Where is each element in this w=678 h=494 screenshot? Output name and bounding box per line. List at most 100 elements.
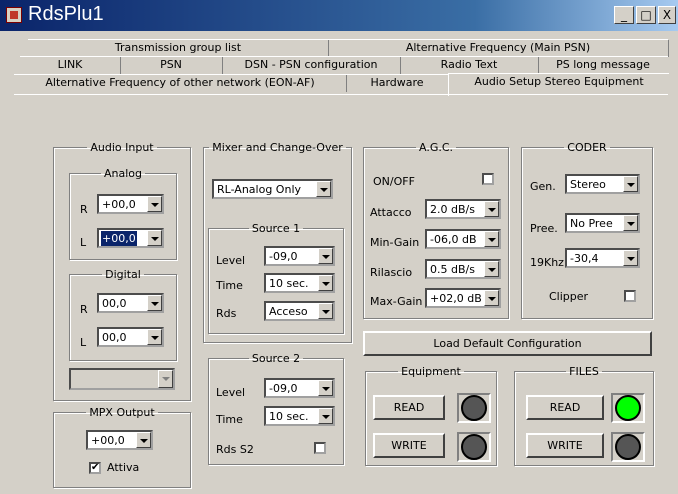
- analog-r-value: +00,0: [102, 198, 136, 211]
- digital-r-label: R: [80, 303, 88, 316]
- agc-mingain-label: Min-Gain: [370, 236, 420, 249]
- source1-time-select[interactable]: 10 sec.: [264, 273, 335, 293]
- tab-alternative-frequency-main[interactable]: Alternative Frequency (Main PSN): [328, 40, 669, 57]
- files-read-button[interactable]: READ: [526, 395, 604, 420]
- chevron-down-icon[interactable]: [623, 250, 638, 266]
- agc-rilascio-label: Rilascio: [370, 266, 413, 279]
- tab-psn[interactable]: PSN: [120, 57, 223, 74]
- coder-title: CODER: [567, 141, 607, 154]
- coder-khz-select[interactable]: -30,4: [565, 248, 640, 268]
- files-title: FILES: [569, 365, 599, 378]
- close-button[interactable]: X: [658, 6, 676, 24]
- chevron-down-icon[interactable]: [318, 248, 333, 264]
- digital-title: Digital: [105, 268, 141, 281]
- chevron-down-icon[interactable]: [623, 176, 638, 192]
- analog-r-label: R: [80, 203, 88, 216]
- analog-r-select[interactable]: +00,0: [97, 194, 164, 214]
- equipment-read-button[interactable]: READ: [373, 395, 445, 420]
- chevron-down-icon[interactable]: [623, 215, 638, 231]
- agc-maxgain-select[interactable]: +02,0 dB: [425, 288, 501, 308]
- mpx-enabled-checkbox[interactable]: ✔: [89, 462, 101, 474]
- analog-l-select[interactable]: +00,0: [97, 228, 164, 248]
- tab-radio-text[interactable]: Radio Text: [400, 57, 539, 74]
- chevron-down-icon[interactable]: [318, 380, 333, 396]
- source1-time-value: 10 sec.: [269, 277, 309, 290]
- tab-row-2: LINK PSN DSN - PSN configuration Radio T…: [20, 56, 668, 74]
- audio-input-extra-select[interactable]: [69, 368, 175, 390]
- source1-level-value: -09,0: [269, 250, 298, 263]
- equipment-read-status-led: [461, 395, 487, 421]
- digital-r-value: 00,0: [102, 297, 127, 310]
- chevron-down-icon[interactable]: [147, 230, 162, 246]
- source2-level-value: -09,0: [269, 382, 298, 395]
- digital-l-select[interactable]: 00,0: [97, 327, 164, 347]
- equipment-write-button[interactable]: WRITE: [373, 433, 445, 458]
- agc-mingain-select[interactable]: -06,0 dB: [425, 229, 501, 249]
- coder-clipper-checkbox[interactable]: [624, 290, 636, 302]
- chevron-down-icon[interactable]: [318, 408, 333, 424]
- source1-level-label: Level: [216, 254, 246, 267]
- chevron-down-icon[interactable]: [147, 329, 162, 345]
- chevron-down-icon[interactable]: [147, 196, 162, 212]
- analog-l-value: +00,0: [101, 231, 137, 246]
- chevron-down-icon[interactable]: [484, 201, 499, 217]
- tab-audio-setup-stereo-equipment[interactable]: Audio Setup Stereo Equipment: [448, 73, 669, 96]
- source2-rds-label: Rds S2: [216, 443, 254, 456]
- mixer-mode-select[interactable]: RL-Analog Only: [212, 179, 333, 199]
- tab-alternative-frequency-eon[interactable]: Alternative Frequency of other network (…: [14, 75, 347, 92]
- chevron-down-icon[interactable]: [136, 432, 151, 448]
- chevron-down-icon[interactable]: [484, 290, 499, 306]
- chevron-down-icon[interactable]: [484, 261, 499, 277]
- agc-maxgain-value: +02,0 dB: [430, 292, 482, 305]
- tab-dsn-psn-configuration[interactable]: DSN - PSN configuration: [222, 57, 401, 74]
- source1-rds-select[interactable]: Acceso: [264, 301, 335, 321]
- coder-gen-label: Gen.: [530, 180, 556, 193]
- tab-hardware[interactable]: Hardware: [346, 75, 449, 92]
- agc-onoff-label: ON/OFF: [373, 175, 415, 188]
- tab-link[interactable]: LINK: [20, 57, 121, 74]
- source2-level-label: Level: [216, 386, 246, 399]
- source2-time-value: 10 sec.: [269, 410, 309, 423]
- source2-time-select[interactable]: 10 sec.: [264, 406, 335, 426]
- tab-row-3: Alternative Frequency of other network (…: [14, 73, 669, 96]
- equipment-write-status-led: [461, 434, 487, 460]
- maximize-button[interactable]: □: [636, 6, 656, 24]
- coder-pree-label: Pree.: [530, 222, 558, 235]
- files-write-button[interactable]: WRITE: [526, 433, 604, 458]
- mpx-output-select[interactable]: +00,0: [86, 430, 153, 450]
- source1-level-select[interactable]: -09,0: [264, 246, 335, 266]
- analog-title: Analog: [103, 167, 142, 180]
- source1-rds-label: Rds: [216, 307, 237, 320]
- source1-title: Source 1: [251, 222, 301, 235]
- window-title: RdsPlu1: [28, 3, 104, 25]
- source2-rds-checkbox[interactable]: [314, 442, 326, 454]
- chevron-down-icon[interactable]: [484, 231, 499, 247]
- tab-panel-edge: [14, 94, 668, 95]
- agc-mingain-value: -06,0 dB: [430, 233, 477, 246]
- agc-rilascio-select[interactable]: 0.5 dB/s: [425, 259, 501, 279]
- digital-r-select[interactable]: 00,0: [97, 293, 164, 313]
- tab-ps-long-message[interactable]: PS long message: [538, 57, 668, 74]
- chevron-down-icon[interactable]: [318, 275, 333, 291]
- coder-khz-value: -30,4: [570, 252, 599, 265]
- tab-row-1: Transmission group list Alternative Freq…: [28, 39, 669, 57]
- tab-transmission-group-list[interactable]: Transmission group list: [28, 40, 329, 57]
- coder-gen-select[interactable]: Stereo: [565, 174, 640, 194]
- chevron-down-icon[interactable]: [316, 181, 331, 197]
- mixer-mode-value: RL-Analog Only: [217, 183, 302, 196]
- source2-level-select[interactable]: -09,0: [264, 378, 335, 398]
- mpx-output-title: MPX Output: [89, 406, 155, 419]
- source1-time-label: Time: [216, 279, 243, 292]
- chevron-down-icon[interactable]: [147, 295, 162, 311]
- load-default-configuration-button[interactable]: Load Default Configuration: [363, 331, 652, 356]
- agc-onoff-checkbox[interactable]: [482, 173, 494, 185]
- agc-attacco-select[interactable]: 2.0 dB/s: [425, 199, 501, 219]
- coder-gen-value: Stereo: [570, 178, 606, 191]
- app-icon[interactable]: [6, 7, 22, 23]
- coder-khz-label: 19Khz: [530, 256, 564, 269]
- minimize-button[interactable]: _: [614, 6, 634, 24]
- chevron-down-icon[interactable]: [318, 303, 333, 319]
- chevron-down-icon[interactable]: [158, 370, 173, 388]
- mpx-output-value: +00,0: [91, 434, 125, 447]
- coder-pree-select[interactable]: No Pree: [565, 213, 640, 233]
